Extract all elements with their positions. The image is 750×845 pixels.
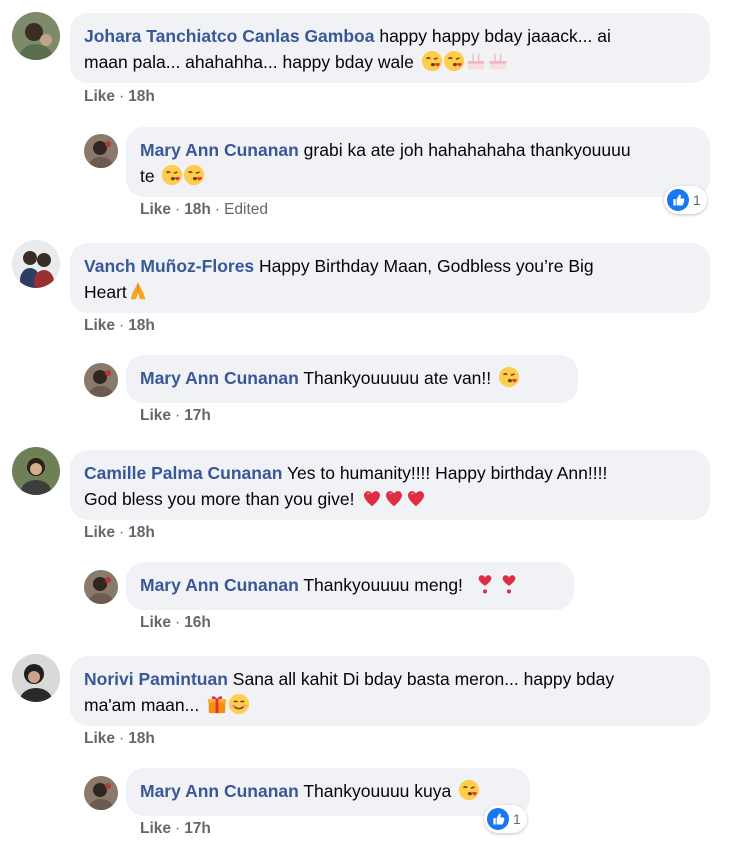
like-reaction-icon — [667, 189, 689, 211]
comment-text: Thankyouuuu meng! — [298, 575, 463, 595]
comment-actions: Like · 18h — [84, 730, 155, 748]
kiss-face-icon — [183, 164, 205, 186]
comment-text: Yes to humanity!!!! Happy birthday Ann!!… — [282, 463, 608, 483]
heart-exclamation-icon — [361, 487, 383, 509]
comment-author[interactable]: Norivi Pamintuan — [84, 669, 228, 689]
gift-icon — [206, 693, 228, 715]
timestamp[interactable]: 18h — [128, 524, 155, 541]
reaction-count: 1 — [513, 811, 521, 827]
timestamp[interactable]: 18h — [128, 317, 155, 334]
separator: · — [175, 820, 181, 837]
kiss-face-icon — [443, 50, 465, 72]
birthday-cake-icon — [487, 50, 509, 72]
comment-bubble: Norivi Pamintuan Sana all kahit Di bday … — [70, 656, 710, 726]
comment-text: happy happy bday jaaack... ai — [374, 26, 611, 46]
comment-actions: Like · 18h — [84, 524, 155, 542]
like-reaction-icon — [487, 808, 509, 830]
timestamp[interactable]: 17h — [184, 407, 211, 424]
kiss-face-icon — [161, 164, 183, 186]
heart-exclamation-icon — [498, 573, 520, 595]
birthday-cake-icon — [465, 50, 487, 72]
separator: · — [119, 317, 125, 334]
avatar[interactable] — [12, 654, 60, 702]
separator: · — [119, 88, 125, 105]
avatar[interactable] — [84, 134, 118, 168]
smiling-face-icon — [228, 693, 250, 715]
comment-actions: Like · 17h — [140, 407, 211, 425]
kiss-face-icon — [421, 50, 443, 72]
comment-author[interactable]: Camille Palma Cunanan — [84, 463, 282, 483]
kiss-face-icon — [458, 779, 480, 801]
comment-bubble: Camille Palma Cunanan Yes to humanity!!!… — [70, 450, 710, 520]
reply-bubble: Mary Ann Cunanan Thankyouuuuu ate van!! — [126, 355, 578, 403]
separator: · — [119, 524, 125, 541]
avatar[interactable] — [12, 12, 60, 60]
avatar[interactable] — [84, 776, 118, 810]
comment-text: maan pala... ahahahha... happy bday wale — [84, 52, 414, 72]
timestamp[interactable]: 17h — [184, 820, 211, 837]
comment-author[interactable]: Vanch Muñoz-Flores — [84, 256, 254, 276]
like-link[interactable]: Like — [140, 614, 171, 631]
kiss-face-icon — [498, 366, 520, 388]
reaction-summary[interactable]: 1 — [664, 186, 707, 214]
comment-author[interactable]: Mary Ann Cunanan — [140, 781, 299, 801]
comment-text: grabi ka ate joh hahahahaha thankyouuuu — [298, 140, 631, 160]
comment-author[interactable]: Johara Tanchiatco Canlas Gamboa — [84, 26, 374, 46]
avatar[interactable] — [84, 363, 118, 397]
avatar[interactable] — [84, 570, 118, 604]
like-link[interactable]: Like — [84, 730, 115, 747]
comment-actions: Like · 17h — [140, 820, 211, 838]
comment-text: Thankyouuuuu ate van!! — [298, 368, 492, 388]
comment-actions: Like · 18h — [84, 88, 155, 106]
reply-bubble: Mary Ann Cunanan Thankyouuuu meng! — [126, 562, 574, 610]
comment-bubble: Johara Tanchiatco Canlas Gamboa happy ha… — [70, 13, 710, 83]
edited-label: Edited — [224, 201, 269, 218]
separator: · — [175, 614, 181, 631]
reaction-count: 1 — [693, 192, 701, 208]
reply-bubble: Mary Ann Cunanan Thankyouuuu kuya — [126, 768, 530, 816]
like-link[interactable]: Like — [84, 317, 115, 334]
comment-text: te — [140, 166, 155, 186]
comment-text: Sana all kahit Di bday basta meron... ha… — [227, 669, 615, 689]
timestamp[interactable]: 18h — [128, 730, 155, 747]
heart-exclamation-icon — [383, 487, 405, 509]
like-link[interactable]: Like — [140, 407, 171, 424]
timestamp[interactable]: 18h — [184, 201, 211, 218]
avatar[interactable] — [12, 447, 60, 495]
avatar[interactable] — [12, 240, 60, 288]
timestamp[interactable]: 18h — [128, 88, 155, 105]
comment-text: Heart — [84, 282, 127, 302]
timestamp[interactable]: 16h — [184, 614, 211, 631]
separator: · — [175, 201, 181, 218]
comment-thread: Johara Tanchiatco Canlas Gamboa happy ha… — [0, 0, 750, 845]
heart-exclamation-icon — [474, 573, 496, 595]
comment-actions: Like · 16h — [140, 614, 211, 632]
like-link[interactable]: Like — [140, 201, 171, 218]
comment-actions: Like · 18h — [84, 317, 155, 335]
comment-author[interactable]: Mary Ann Cunanan — [140, 368, 299, 388]
comment-text: Thankyouuuu kuya — [298, 781, 452, 801]
heart-exclamation-icon — [405, 487, 427, 509]
comment-author[interactable]: Mary Ann Cunanan — [140, 140, 299, 160]
comment-actions: Like · 18h · Edited — [140, 201, 268, 219]
like-link[interactable]: Like — [84, 524, 115, 541]
reply-bubble: Mary Ann Cunanan grabi ka ate joh hahaha… — [126, 127, 710, 197]
separator: · — [175, 407, 181, 424]
separator: · — [119, 730, 125, 747]
comment-author[interactable]: Mary Ann Cunanan — [140, 575, 299, 595]
comment-text: ma'am maan... — [84, 695, 200, 715]
comment-bubble: Vanch Muñoz-Flores Happy Birthday Maan, … — [70, 243, 710, 313]
like-link[interactable]: Like — [84, 88, 115, 105]
reaction-summary[interactable]: 1 — [484, 805, 527, 833]
separator: · — [214, 201, 221, 218]
like-link[interactable]: Like — [140, 820, 171, 837]
comment-text: God bless you more than you give! — [84, 489, 355, 509]
folded-hands-icon — [127, 280, 149, 302]
comment-text: Happy Birthday Maan, Godbless you’re Big — [254, 256, 594, 276]
